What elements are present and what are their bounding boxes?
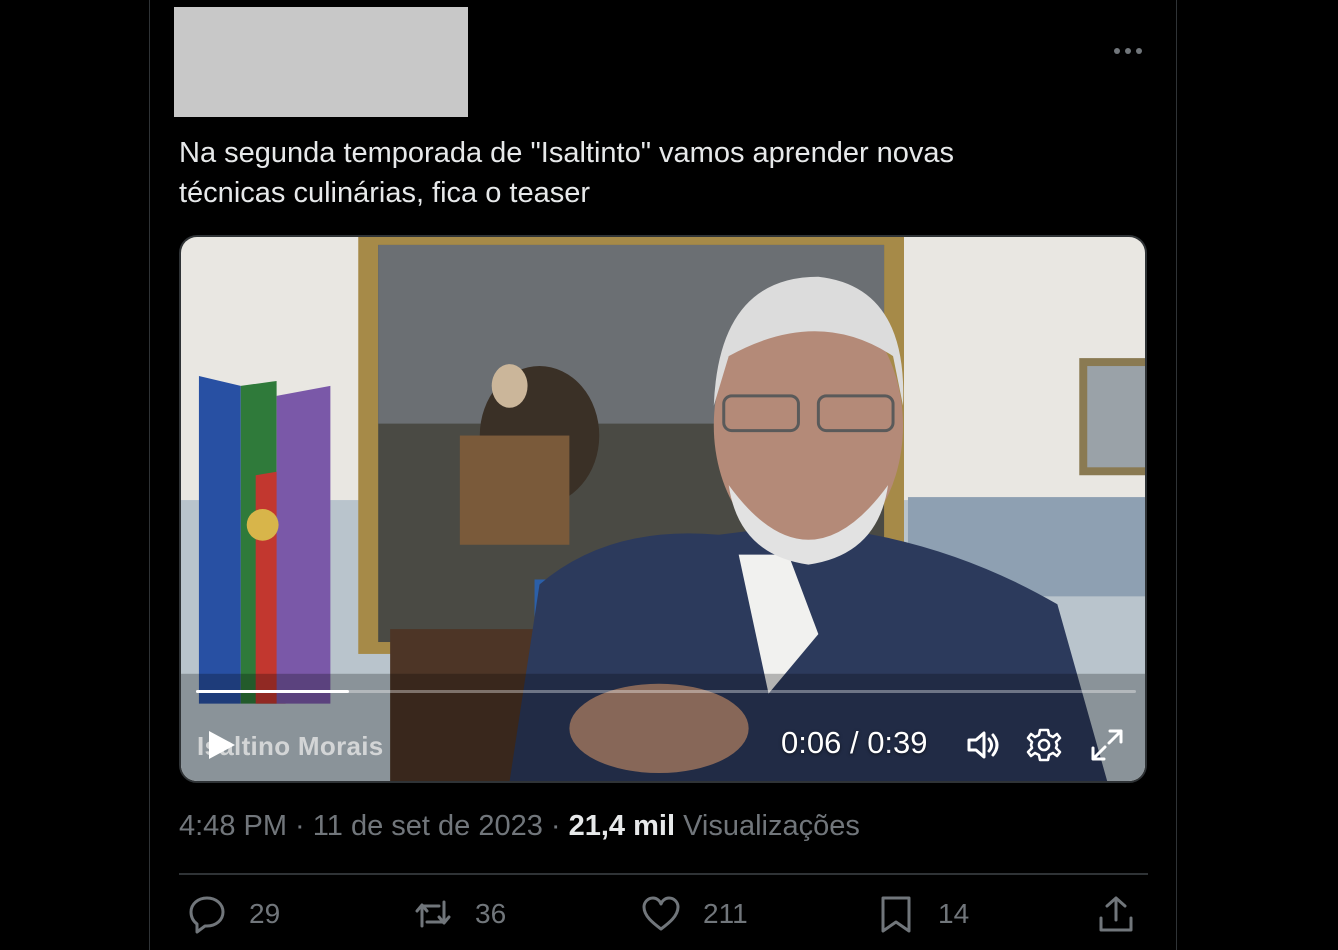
views-count: 21,4 mil bbox=[568, 810, 676, 842]
current-time: 0:06 bbox=[781, 725, 842, 760]
bookmark-icon bbox=[881, 896, 911, 933]
tweet-metadata: 4:48 PM · 11 de set de 2023 · 21,4 mil V… bbox=[179, 810, 860, 843]
meta-separator-2: · bbox=[542, 810, 569, 842]
share-icon bbox=[1099, 896, 1133, 932]
video-time: 0:06 / 0:39 bbox=[781, 725, 928, 761]
retweet-count: 36 bbox=[475, 898, 507, 929]
more-horizontal-icon bbox=[1114, 48, 1142, 54]
video-frame bbox=[181, 237, 1145, 781]
duration: 0:39 bbox=[867, 725, 928, 760]
video-progress-bar[interactable] bbox=[196, 690, 1136, 693]
volume-icon bbox=[967, 731, 999, 759]
share-button[interactable] bbox=[1096, 892, 1158, 936]
video-player[interactable]: Isaltino Morais 0:06 / 0:39 bbox=[179, 235, 1147, 783]
gear-icon bbox=[1026, 728, 1062, 762]
bookmark-button[interactable]: 14 bbox=[876, 892, 969, 936]
tweet-time[interactable]: 4:48 PM bbox=[179, 810, 287, 842]
time-separator: / bbox=[841, 725, 868, 760]
reply-icon bbox=[189, 896, 225, 934]
play-icon bbox=[209, 731, 235, 759]
video-progress-fill bbox=[196, 690, 350, 693]
fullscreen-button[interactable] bbox=[1087, 725, 1127, 765]
like-count: 211 bbox=[703, 898, 748, 929]
redacted-author-header bbox=[174, 7, 468, 117]
retweet-icon bbox=[415, 900, 451, 928]
volume-button[interactable] bbox=[963, 725, 1003, 765]
play-button[interactable] bbox=[201, 725, 241, 765]
retweet-button[interactable]: 36 bbox=[413, 892, 506, 936]
divider bbox=[179, 873, 1148, 875]
reply-button[interactable]: 29 bbox=[187, 892, 280, 936]
like-button[interactable]: 211 bbox=[641, 892, 748, 936]
tweet-date[interactable]: 11 de set de 2023 bbox=[313, 810, 543, 842]
tweet-text: Na segunda temporada de "Isaltinto" vamo… bbox=[179, 137, 955, 209]
settings-button[interactable] bbox=[1024, 725, 1064, 765]
meta-separator: · bbox=[287, 810, 313, 842]
more-options-button[interactable] bbox=[1104, 36, 1152, 66]
reply-count: 29 bbox=[249, 898, 281, 929]
views-label: Visualizações bbox=[683, 810, 860, 842]
expand-icon bbox=[1091, 729, 1123, 761]
heart-icon bbox=[642, 896, 680, 931]
bookmark-count: 14 bbox=[938, 898, 970, 929]
